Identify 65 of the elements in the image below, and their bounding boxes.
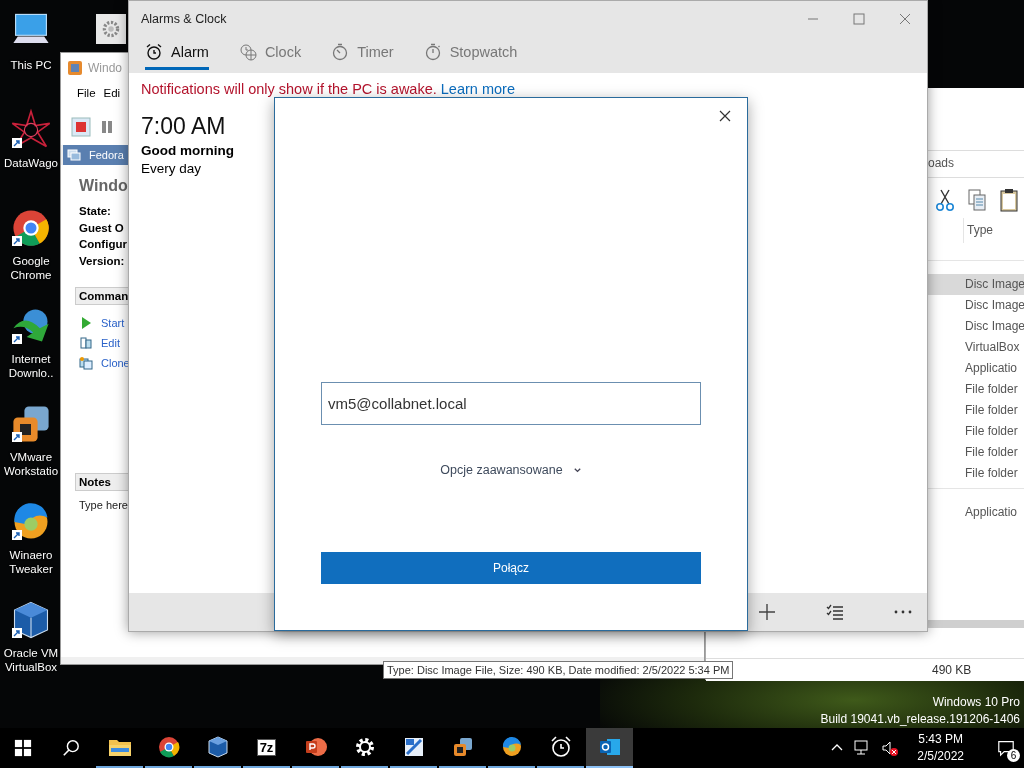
desktop-icon-label[interactable]: DataWago bbox=[4, 156, 58, 170]
status-text: 490 KB bbox=[932, 663, 972, 677]
copy-icon[interactable] bbox=[967, 188, 987, 212]
desktop-icon-label[interactable]: Google Chrome bbox=[0, 254, 62, 282]
vm-icon bbox=[67, 148, 81, 162]
cube-icon bbox=[205, 735, 230, 759]
timer-icon bbox=[331, 43, 350, 61]
desktop-icon-label[interactable]: Internet Downlo.. bbox=[0, 352, 62, 380]
column-header[interactable]: Type bbox=[963, 218, 993, 243]
detail-label: Version: bbox=[79, 253, 126, 269]
world-clock-icon bbox=[238, 43, 257, 61]
app-icon bbox=[68, 61, 82, 75]
menu-item[interactable]: File bbox=[77, 87, 96, 105]
play-icon[interactable] bbox=[79, 316, 93, 330]
desktop-icon-label[interactable]: Oracle VM VirtualBox bbox=[0, 646, 62, 674]
taskbar-button[interactable]: 7z bbox=[243, 728, 290, 768]
windows-start-icon[interactable] bbox=[14, 739, 32, 757]
command-link[interactable]: Edit bbox=[101, 337, 120, 349]
copy-icon[interactable] bbox=[79, 356, 93, 370]
tab[interactable]: Timer bbox=[331, 37, 394, 70]
window-title: Windo bbox=[88, 61, 122, 75]
tab[interactable]: Stopwatch bbox=[423, 37, 518, 70]
desktop-icon-label[interactable]: VMware Workstatio bbox=[0, 450, 62, 478]
menu-item[interactable]: Edi bbox=[103, 87, 121, 105]
presentation-icon bbox=[303, 735, 328, 759]
detail-label: State: bbox=[79, 204, 112, 219]
alarm-clock-icon bbox=[145, 43, 163, 61]
desktop-icon-label[interactable]: Winaero Tweaker bbox=[0, 548, 62, 576]
browser-icon bbox=[156, 735, 181, 759]
close-icon[interactable] bbox=[719, 110, 731, 122]
tab[interactable]: Alarm bbox=[145, 37, 209, 70]
address-bar[interactable]: oads bbox=[928, 156, 955, 170]
window-title: Alarms & Clock bbox=[141, 12, 227, 26]
chevron-down-icon bbox=[572, 465, 582, 475]
stop-icon[interactable] bbox=[71, 117, 91, 137]
message-icon bbox=[997, 739, 1015, 757]
wrench-icon[interactable] bbox=[79, 336, 93, 350]
vm-name: Windo bbox=[79, 177, 129, 195]
advanced-options-toggle[interactable]: Opcje zaawansowane bbox=[440, 463, 582, 477]
connect-button[interactable]: Połącz bbox=[321, 552, 701, 584]
action-center-button[interactable]: 6 bbox=[988, 728, 1024, 768]
search-icon[interactable] bbox=[62, 739, 80, 757]
notification-warning: Notifications will only show if the PC is awake. Learn more bbox=[141, 81, 516, 97]
learn-more-link[interactable]: Learn more bbox=[440, 81, 515, 97]
detail-label: Guest O bbox=[79, 220, 125, 236]
email-field[interactable]: vm5@collabnet.local bbox=[321, 382, 701, 425]
clock[interactable]: 5:43 PM 2/5/2022 bbox=[917, 731, 964, 765]
notification-count: 6 bbox=[1007, 749, 1020, 762]
tooltip: Type: Disc Image File, Size: 490 KB, Date modified: 2/5/2022 5:34 PM bbox=[383, 661, 734, 679]
os-edition-text: Windows 10 Pro bbox=[932, 694, 1020, 711]
desktop-icon-label[interactable]: This PC bbox=[10, 58, 52, 72]
select-list-icon[interactable] bbox=[825, 602, 845, 622]
alarm-repeat: Every day bbox=[141, 161, 203, 176]
add-icon[interactable] bbox=[757, 602, 777, 622]
tab[interactable]: Clock bbox=[238, 37, 302, 70]
speaker-muted-icon[interactable] bbox=[881, 739, 900, 757]
detail-label: Configur bbox=[79, 237, 128, 252]
taskbar-button[interactable] bbox=[586, 728, 633, 768]
alarm-name: Good morning bbox=[141, 143, 235, 158]
clipboard-icon[interactable] bbox=[999, 188, 1019, 212]
os-edition-text: Build 19041.vb_release.191206-1406 bbox=[820, 711, 1020, 728]
command-link[interactable]: Clone bbox=[101, 357, 130, 369]
command-link[interactable]: Start bbox=[101, 317, 125, 329]
stopwatch-icon bbox=[423, 43, 442, 61]
scissors-icon[interactable] bbox=[935, 188, 955, 212]
